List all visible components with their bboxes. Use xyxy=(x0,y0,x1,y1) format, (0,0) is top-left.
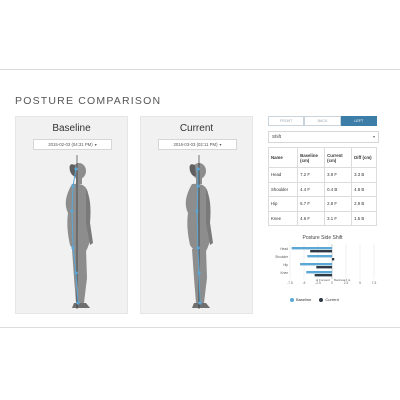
bar-baseline-hip xyxy=(300,263,332,266)
legend-baseline: Baseline xyxy=(290,297,311,302)
shift-table: Name Baseline (cm) Current (cm) Diff (cm… xyxy=(267,147,377,226)
tab-back[interactable]: BACK xyxy=(304,116,341,126)
table-cell: 4.8 B xyxy=(351,181,377,197)
table-cell: Head xyxy=(267,167,299,183)
x-tick-label: -5 xyxy=(303,281,306,285)
axis-label-backward: Backward ► xyxy=(334,278,351,282)
baseline-date-select[interactable]: 2015-02-03 (04:31 PM) ▾ xyxy=(33,139,112,150)
bar-baseline-knee xyxy=(306,271,332,274)
view-tabs: FRONT BACK LEFT xyxy=(268,116,377,126)
table-cell: 3.3 B xyxy=(351,167,377,183)
baseline-panel: Baseline 2015-02-03 (04:31 PM) ▾ xyxy=(15,116,128,314)
tab-left[interactable]: LEFT xyxy=(340,116,377,126)
tab-front[interactable]: FRONT xyxy=(268,116,305,126)
table-cell: Shoulder xyxy=(267,181,299,197)
baseline-label: Baseline xyxy=(52,123,91,134)
chevron-down-icon: ▾ xyxy=(94,142,97,147)
measure-select[interactable]: Shift ▾ xyxy=(268,131,379,143)
col-name: Name xyxy=(267,147,299,168)
bar-current-head xyxy=(310,250,332,253)
category-label: Knee xyxy=(281,271,289,275)
bar-current-shoulder xyxy=(332,258,335,261)
legend-current: Current xyxy=(319,297,339,302)
table-cell: 7.2 F xyxy=(297,167,326,183)
baseline-date-value: 2015-02-03 (04:31 PM) xyxy=(48,142,93,147)
table-cell: Knee xyxy=(267,210,299,226)
measure-select-value: Shift xyxy=(272,134,282,139)
table-row: Hip 5.7 F 2.8 F 2.9 B xyxy=(267,196,377,212)
chevron-down-icon: ▾ xyxy=(372,134,375,139)
bar-current-hip xyxy=(316,266,332,269)
chevron-down-icon: ▾ xyxy=(219,142,222,147)
table-row: Shoulder 4.4 F 0.4 B 4.8 B xyxy=(267,181,377,197)
current-date-select[interactable]: 2016-03-03 (02:11 PM) ▾ xyxy=(158,139,237,150)
x-tick-label: 5 xyxy=(359,281,361,285)
table-cell: Hip xyxy=(267,196,299,212)
table-cell: 3.9 F xyxy=(324,167,353,183)
table-cell: 4.4 F xyxy=(297,181,326,197)
category-label: Hip xyxy=(283,263,288,267)
table-cell: 5.7 F xyxy=(297,196,326,212)
table-cell: 4.6 F xyxy=(297,210,326,226)
legend-dot-current xyxy=(319,297,324,302)
chart-legend: Baseline Current xyxy=(290,297,339,302)
table-cell: 2.8 F xyxy=(324,196,353,212)
table-cell: 3.1 F xyxy=(324,210,353,226)
col-diff: Diff (cm) xyxy=(351,147,377,168)
table-header-row: Name Baseline (cm) Current (cm) Diff (cm… xyxy=(267,147,377,168)
axis-label-forward: ◄ Forward xyxy=(315,278,330,282)
col-current: Current (cm) xyxy=(324,147,353,168)
x-tick-label: 0 xyxy=(331,281,333,285)
legend-label-baseline: Baseline xyxy=(296,297,312,302)
table-row: Head 7.2 F 3.9 F 3.3 B xyxy=(267,167,377,183)
table-cell: 2.9 B xyxy=(351,196,377,212)
col-baseline: Baseline (cm) xyxy=(297,147,326,168)
legend-label-current: Current xyxy=(325,297,339,302)
chart-title: Posture Side Shift xyxy=(302,235,343,241)
legend-dot-baseline xyxy=(290,297,294,302)
category-label: Head xyxy=(280,247,288,251)
page-title: POSTURE COMPARISON xyxy=(15,95,162,107)
baseline-body-figure xyxy=(65,155,93,309)
category-label: Shoulder xyxy=(275,255,289,259)
side-shift-chart: HeadShoulderHipKnee-7.5 -5 -2.5 0 2.5 5 7.5◄ F… xyxy=(275,244,377,285)
bar-baseline-shoulder xyxy=(307,255,332,258)
table-cell: 1.5 B xyxy=(351,210,377,226)
current-date-value: 2016-03-03 (02:11 PM) xyxy=(173,142,218,147)
x-tick-label: -7.5 xyxy=(287,281,293,285)
top-rule xyxy=(0,69,400,70)
bottom-rule xyxy=(0,327,400,328)
bar-current-knee xyxy=(314,274,332,277)
current-body-figure xyxy=(185,155,213,309)
table-cell: 0.4 B xyxy=(324,181,353,197)
table-row: Knee 4.6 F 3.1 F 1.5 B xyxy=(267,210,377,226)
current-panel: Current 2016-03-03 (02:11 PM) ▾ xyxy=(140,116,253,314)
bar-baseline-head xyxy=(291,247,332,250)
x-tick-label: 7.5 xyxy=(372,281,377,285)
current-label: Current xyxy=(179,123,214,134)
